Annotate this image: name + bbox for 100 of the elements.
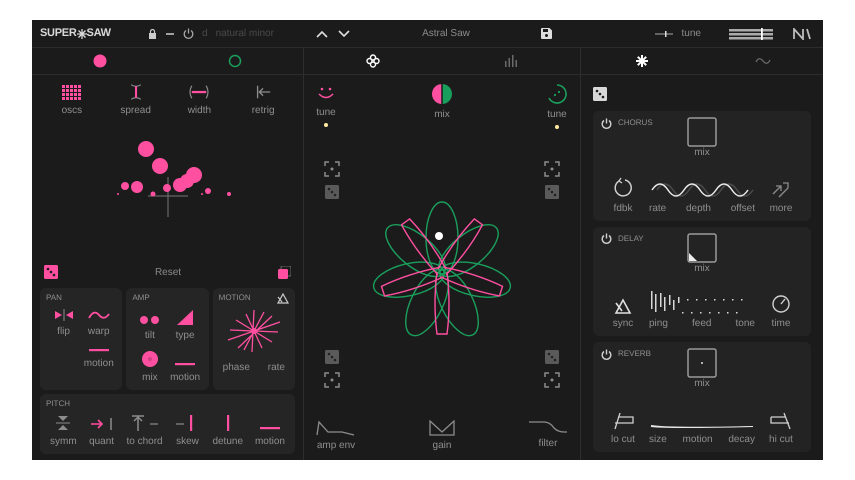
dial-icon[interactable] bbox=[546, 83, 568, 105]
control-label: flip bbox=[57, 326, 70, 338]
circle-icon[interactable] bbox=[228, 54, 242, 68]
dial-icon[interactable] bbox=[771, 294, 791, 314]
control-label: retrig bbox=[252, 105, 275, 117]
focus-icon[interactable] bbox=[324, 161, 340, 177]
oscillator-dot bbox=[138, 141, 154, 157]
control-label: motion bbox=[682, 434, 713, 446]
control-label: tune bbox=[547, 109, 567, 121]
bar-chart-icon[interactable] bbox=[504, 55, 518, 67]
circle-icon[interactable] bbox=[140, 350, 159, 368]
dot-grid-icon[interactable] bbox=[62, 85, 82, 101]
asterisk-icon[interactable] bbox=[634, 54, 648, 68]
arrows-icon[interactable] bbox=[771, 180, 791, 199]
crosshair-icon[interactable] bbox=[148, 176, 188, 218]
mix-square-icon[interactable] bbox=[686, 117, 717, 147]
symmetry-icon[interactable] bbox=[55, 414, 72, 432]
control-label: mix bbox=[694, 378, 710, 390]
mix-square-icon[interactable] bbox=[686, 348, 717, 378]
logo-text: SUPER bbox=[40, 26, 77, 42]
focus-icon[interactable] bbox=[544, 161, 560, 177]
power-icon[interactable] bbox=[183, 28, 194, 39]
dice-icon[interactable] bbox=[44, 265, 58, 279]
ramp-icon[interactable] bbox=[175, 308, 196, 326]
control-label: skew bbox=[176, 436, 199, 448]
control-label: warp bbox=[88, 326, 110, 338]
split-circle-icon[interactable] bbox=[431, 83, 453, 105]
dice-icon[interactable] bbox=[593, 87, 607, 101]
wave-icon[interactable] bbox=[754, 56, 770, 66]
flower-icon[interactable] bbox=[366, 54, 380, 68]
horizontal-range-icon[interactable] bbox=[187, 83, 212, 101]
high-cut-icon[interactable] bbox=[769, 412, 793, 430]
effect-title: CHORUS bbox=[618, 117, 653, 129]
mix-square-icon[interactable] bbox=[686, 232, 717, 263]
circle-icon[interactable] bbox=[92, 54, 107, 68]
control-label: detune bbox=[212, 436, 244, 448]
control-label: tune bbox=[316, 107, 336, 119]
control-label: rate bbox=[268, 362, 285, 374]
slider-icon[interactable] bbox=[654, 30, 674, 38]
control-label: mix bbox=[434, 109, 450, 121]
logo-icon[interactable] bbox=[793, 28, 811, 40]
tune-label: tune bbox=[682, 27, 701, 41]
control-label: time bbox=[772, 318, 790, 330]
line-icon[interactable] bbox=[174, 360, 196, 368]
control-label: offset bbox=[730, 202, 755, 215]
control-label: tilt bbox=[144, 330, 155, 342]
arrow-to-bar-icon[interactable] bbox=[88, 416, 115, 432]
focus-icon[interactable] bbox=[324, 372, 340, 388]
control-label: to chord bbox=[126, 436, 163, 448]
oscillator-dot bbox=[121, 182, 129, 190]
power-icon[interactable] bbox=[601, 118, 612, 128]
oscillator-dot bbox=[150, 192, 156, 196]
lock-icon[interactable] bbox=[148, 28, 157, 38]
filter-curve-icon[interactable] bbox=[528, 420, 568, 434]
flip-icon[interactable] bbox=[54, 308, 74, 322]
control-label: symm bbox=[50, 436, 77, 448]
oscillator-dot bbox=[131, 181, 143, 193]
gain-curve-icon[interactable] bbox=[429, 420, 455, 436]
copy-icon[interactable] bbox=[278, 266, 291, 278]
control-label: gain bbox=[432, 440, 452, 452]
control-label: lo cut bbox=[611, 434, 635, 446]
section-title: PITCH bbox=[46, 398, 70, 410]
control-label: phase bbox=[222, 362, 250, 374]
triangle-icon[interactable] bbox=[277, 292, 289, 304]
oscillator-dot bbox=[173, 178, 187, 192]
arrow-up-bar-icon[interactable] bbox=[130, 414, 160, 432]
control-label: mix bbox=[694, 147, 710, 159]
envelope-curve-icon[interactable] bbox=[316, 420, 356, 436]
effect-title: DELAY bbox=[618, 232, 644, 245]
meter-drawing bbox=[729, 28, 773, 40]
rotate-icon[interactable] bbox=[612, 176, 634, 199]
control-label: decay bbox=[728, 434, 755, 446]
reset-button[interactable]: Reset bbox=[154, 264, 182, 280]
power-icon[interactable] bbox=[601, 348, 612, 360]
two-dots-icon[interactable] bbox=[138, 314, 161, 326]
preset-name[interactable]: Astral Saw bbox=[351, 26, 541, 41]
chevron-down-icon[interactable] bbox=[337, 28, 351, 38]
chevron-up-icon[interactable] bbox=[315, 28, 329, 38]
line-icon[interactable] bbox=[88, 346, 110, 354]
control-label: fdbk bbox=[614, 202, 632, 215]
section-title: PAN bbox=[46, 292, 62, 304]
focus-icon[interactable] bbox=[544, 372, 560, 388]
control-label: motion bbox=[84, 358, 114, 370]
control-label: amp env bbox=[316, 440, 356, 452]
control-label: quant bbox=[89, 436, 114, 448]
control-label: feed bbox=[692, 318, 712, 330]
control-label: motion bbox=[170, 372, 200, 384]
control-label: depth bbox=[686, 202, 711, 215]
control-label: hi cut bbox=[769, 434, 793, 446]
effect-title: REVERB bbox=[618, 348, 651, 360]
asterisk-icon bbox=[76, 28, 87, 38]
triangle-icon[interactable] bbox=[614, 298, 632, 314]
line-icon[interactable] bbox=[258, 424, 281, 432]
burst-drawing[interactable] bbox=[226, 308, 282, 354]
save-icon[interactable] bbox=[541, 28, 552, 39]
control-label: type bbox=[176, 330, 195, 342]
control-label: rate bbox=[649, 202, 666, 215]
control-label: ping bbox=[649, 318, 668, 330]
oscillator-dot bbox=[152, 158, 168, 174]
power-icon[interactable] bbox=[601, 233, 612, 244]
